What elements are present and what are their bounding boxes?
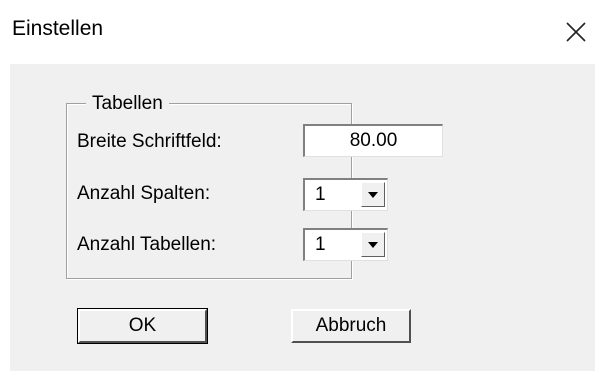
close-icon xyxy=(566,22,586,42)
field-width-input[interactable]: 80.00 xyxy=(303,124,443,157)
cancel-button[interactable]: Abbruch xyxy=(291,309,411,343)
label-column-count: Anzahl Spalten: xyxy=(77,183,211,204)
label-table-count: Anzahl Tabellen: xyxy=(77,234,217,255)
column-count-dropdown-button[interactable] xyxy=(361,182,385,207)
window-border-right xyxy=(595,64,606,377)
settings-dialog: Einstellen Tabellen Breite Schriftfeld: … xyxy=(0,0,606,377)
column-count-value: 1 xyxy=(315,184,326,205)
window-title: Einstellen xyxy=(12,17,104,40)
chevron-down-icon xyxy=(368,191,378,198)
table-count-dropdown-button[interactable] xyxy=(361,232,385,257)
groupbox-title: Tabellen xyxy=(86,93,169,115)
table-count-value: 1 xyxy=(315,234,326,255)
close-button[interactable] xyxy=(546,0,606,64)
column-count-select[interactable]: 1 xyxy=(303,178,388,211)
chevron-down-icon xyxy=(368,241,378,248)
title-bar: Einstellen xyxy=(0,0,606,64)
ok-button[interactable]: OK xyxy=(77,308,208,344)
window-border-bottom xyxy=(0,371,606,377)
table-count-select[interactable]: 1 xyxy=(303,228,388,261)
label-field-width: Breite Schriftfeld: xyxy=(77,131,222,152)
window-border-left xyxy=(0,64,10,377)
